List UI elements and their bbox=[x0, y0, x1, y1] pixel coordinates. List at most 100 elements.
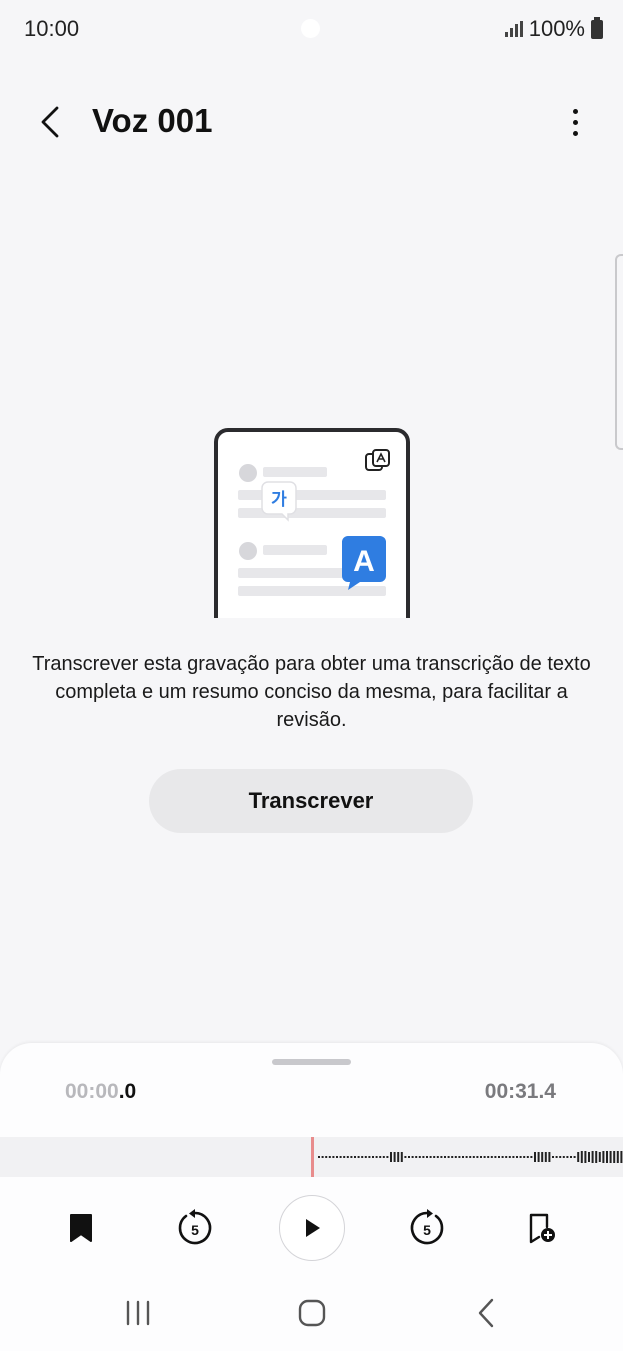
back-icon bbox=[478, 1298, 494, 1328]
waveform-bar bbox=[606, 1151, 608, 1163]
waveform-bar bbox=[375, 1156, 378, 1158]
waveform-bar bbox=[577, 1152, 580, 1162]
waveform-bar bbox=[408, 1156, 410, 1158]
waveform-bar bbox=[426, 1156, 428, 1158]
signal-icon bbox=[504, 21, 523, 37]
waveform-bar bbox=[523, 1156, 526, 1158]
sheet-drag-handle[interactable] bbox=[272, 1059, 351, 1065]
transcription-illustration: 가 A bbox=[98, 428, 526, 618]
waveform-bar bbox=[555, 1156, 558, 1158]
chevron-left-icon bbox=[41, 106, 59, 138]
waveform-bar bbox=[462, 1156, 464, 1158]
transcribe-button[interactable]: Transcrever bbox=[149, 769, 473, 833]
page-title: Voz 001 bbox=[92, 102, 213, 139]
playhead[interactable] bbox=[311, 1137, 314, 1177]
waveform-bar bbox=[494, 1156, 497, 1158]
battery-percent: 100% bbox=[528, 16, 585, 41]
waveform-bar bbox=[519, 1156, 522, 1158]
current-time-ms: .0 bbox=[118, 1080, 137, 1103]
system-nav-bar bbox=[0, 1280, 623, 1346]
more-vertical-icon bbox=[572, 108, 578, 114]
waveform-bar bbox=[368, 1156, 371, 1158]
waveform-bar bbox=[595, 1151, 598, 1163]
waveform-bar bbox=[620, 1151, 623, 1163]
waveform-bar bbox=[411, 1156, 414, 1158]
waveform-bar bbox=[321, 1156, 324, 1158]
home-icon bbox=[298, 1299, 326, 1327]
waveform-bar bbox=[501, 1156, 504, 1158]
waveform-scrubber[interactable] bbox=[0, 1137, 623, 1177]
left-sound-wave bbox=[100, 500, 210, 560]
waveform-bar bbox=[400, 1152, 403, 1162]
status-right: 100% bbox=[504, 16, 603, 42]
waveform-bar bbox=[382, 1156, 385, 1158]
waveform-bar bbox=[332, 1156, 335, 1158]
bookmark-icon bbox=[70, 1214, 92, 1242]
system-back-button[interactable] bbox=[456, 1288, 516, 1338]
waveform-bar bbox=[436, 1156, 439, 1158]
recents-button[interactable] bbox=[108, 1288, 168, 1338]
more-options-button[interactable] bbox=[563, 102, 587, 142]
right-sound-wave bbox=[414, 502, 524, 560]
waveform-bar bbox=[512, 1156, 515, 1158]
transcription-description: Transcrever esta gravação para obter uma… bbox=[32, 653, 591, 731]
add-bookmark-icon bbox=[529, 1213, 555, 1244]
playback-controls: 5 5 bbox=[0, 1195, 623, 1261]
waveform-bar bbox=[480, 1156, 482, 1158]
waveform-bar bbox=[591, 1151, 594, 1163]
waveform-bar bbox=[472, 1156, 475, 1158]
waveform-bar bbox=[397, 1152, 400, 1162]
rewind-5-icon: 5 bbox=[178, 1209, 212, 1245]
app-header: Voz 001 bbox=[0, 92, 623, 152]
waveform-bar bbox=[451, 1156, 454, 1158]
back-button[interactable] bbox=[30, 102, 70, 142]
rewind-5-button[interactable]: 5 bbox=[162, 1195, 228, 1261]
waveform-bar bbox=[379, 1156, 382, 1158]
waveform-bar bbox=[447, 1156, 450, 1158]
korean-speech-bubble: 가 bbox=[261, 481, 297, 522]
waveform-bar bbox=[552, 1156, 554, 1158]
home-button[interactable] bbox=[282, 1288, 342, 1338]
waveform-bar bbox=[418, 1156, 421, 1158]
waveform-bar bbox=[573, 1156, 576, 1158]
waveform-bar bbox=[357, 1156, 360, 1158]
waveform-bar bbox=[339, 1156, 342, 1158]
waveform-bar bbox=[390, 1152, 392, 1162]
play-button[interactable] bbox=[279, 1195, 345, 1261]
waveform-bar bbox=[534, 1152, 536, 1162]
illustration-svg: 가 A bbox=[100, 428, 524, 618]
waveform-bar bbox=[422, 1156, 425, 1158]
waveform-bar bbox=[343, 1156, 346, 1158]
waveform-bar bbox=[570, 1156, 572, 1158]
waveform-bar bbox=[444, 1156, 446, 1158]
waveform-bar bbox=[429, 1156, 432, 1158]
waveform-bar bbox=[537, 1152, 540, 1162]
status-bar: 10:00 100% bbox=[0, 0, 623, 56]
waveform-bar bbox=[598, 1152, 601, 1162]
waveform-bar bbox=[458, 1156, 461, 1158]
waveform-bar bbox=[350, 1156, 353, 1158]
add-bookmark-button[interactable] bbox=[508, 1195, 574, 1261]
forward-5-icon: 5 bbox=[410, 1209, 444, 1245]
waveform-bar bbox=[404, 1156, 407, 1158]
waveform-bar bbox=[530, 1156, 533, 1158]
battery-icon bbox=[591, 16, 603, 39]
waveform-bar bbox=[328, 1156, 331, 1158]
edge-panel-handle[interactable] bbox=[615, 254, 623, 450]
camera-dot bbox=[301, 19, 320, 38]
forward-5-button[interactable]: 5 bbox=[394, 1195, 460, 1261]
waveform-bar bbox=[609, 1151, 612, 1163]
waveform-bar bbox=[433, 1156, 436, 1158]
svg-text:A: A bbox=[353, 545, 375, 578]
waveform-bar bbox=[465, 1156, 468, 1158]
waveform-bar bbox=[318, 1156, 320, 1158]
waveform-bar bbox=[354, 1156, 356, 1158]
waveform-bar bbox=[469, 1156, 472, 1158]
waveform-bar bbox=[415, 1156, 418, 1158]
waveform-bar bbox=[386, 1156, 389, 1158]
waveform-bar bbox=[516, 1156, 518, 1158]
waveform-bar bbox=[364, 1156, 367, 1158]
waveform-bar bbox=[487, 1156, 490, 1158]
bookmark-button[interactable] bbox=[48, 1195, 114, 1261]
waveform-bar bbox=[440, 1156, 443, 1158]
